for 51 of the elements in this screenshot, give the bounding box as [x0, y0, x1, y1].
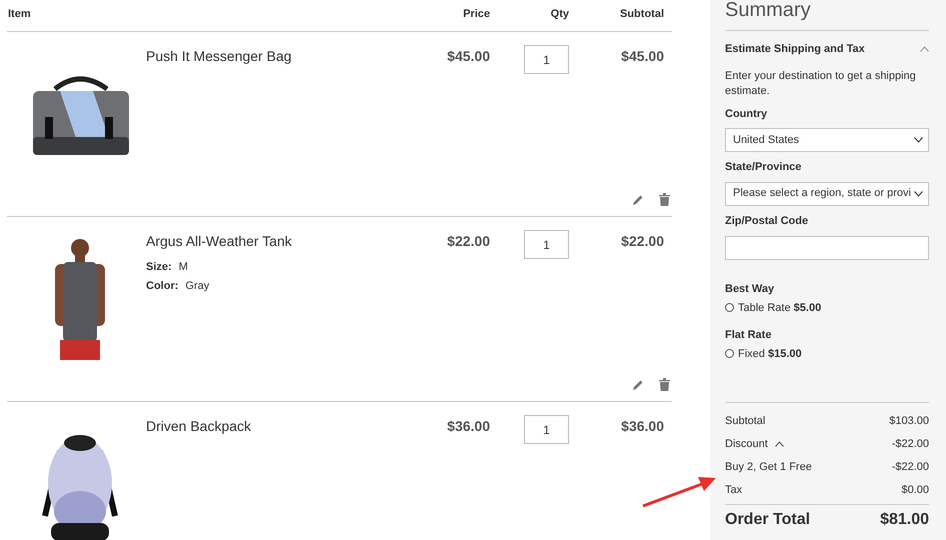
product-name[interactable]: Push It Messenger Bag: [146, 47, 390, 65]
discount-toggle[interactable]: Discount: [725, 436, 784, 452]
edit-icon[interactable]: [632, 194, 644, 206]
item-price: $45.00: [447, 48, 490, 64]
column-header: Qty: [550, 8, 569, 20]
total-value: -$22.00: [892, 460, 929, 475]
field-label: State/Province: [725, 160, 802, 175]
quantity-field[interactable]: 1: [524, 45, 569, 74]
summary-title: Summary: [725, 0, 929, 31]
trash-icon[interactable]: [659, 193, 670, 206]
radio-button[interactable]: [725, 303, 734, 312]
total-value: $103.00: [889, 414, 929, 429]
total-label: Subtotal: [725, 414, 766, 429]
product-name[interactable]: Argus All-Weather Tank: [146, 232, 390, 250]
item-price: $36.00: [447, 418, 490, 434]
product-name[interactable]: Driven Backpack: [146, 417, 390, 435]
column-header: Subtotal: [620, 8, 664, 20]
total-value: $0.00: [901, 483, 929, 498]
option-value: M: [178, 260, 188, 274]
column-header: Item: [8, 8, 31, 20]
trash-icon[interactable]: [659, 378, 670, 391]
item-subtotal: $36.00: [621, 418, 664, 434]
item-price: $22.00: [447, 233, 490, 249]
shipping-intro: Enter your destination to get a shipping estimate.: [725, 68, 917, 98]
item-subtotal: $22.00: [621, 233, 664, 249]
radio-button[interactable]: [725, 349, 734, 358]
quantity-field[interactable]: 1: [524, 230, 569, 259]
text-field[interactable]: [725, 236, 929, 260]
field-label: Zip/Postal Code: [725, 214, 810, 228]
option-value: Gray: [185, 279, 210, 293]
chevron-down-icon: [914, 190, 923, 196]
select-field[interactable]: United States: [725, 128, 929, 152]
item-subtotal: $45.00: [621, 48, 664, 64]
select-field[interactable]: Please select a region, state or provi: [725, 182, 929, 206]
column-header: Price: [463, 8, 490, 20]
order-total-label: Order Total: [725, 510, 810, 530]
total-label: Buy 2, Get 1 Free: [725, 460, 812, 475]
carrier-name: Best Way: [725, 282, 776, 297]
shipping-rate[interactable]: Fixed $15.00: [738, 346, 802, 362]
shipping-rate[interactable]: Table Rate $5.00: [738, 300, 822, 316]
estimate-shipping-toggle[interactable]: Estimate Shipping and Tax: [725, 41, 929, 58]
edit-icon[interactable]: [632, 378, 644, 390]
order-total-value: $81.00: [880, 510, 929, 530]
quantity-field[interactable]: 1: [524, 415, 569, 444]
option-label: Color:: [146, 279, 178, 293]
total-label: Tax: [725, 483, 742, 498]
option-label: Size:: [146, 260, 172, 274]
total-value: -$22.00: [892, 437, 929, 452]
field-label: Country: [725, 106, 768, 122]
carrier-name: Flat Rate: [725, 328, 772, 343]
chevron-down-icon: [914, 137, 923, 143]
